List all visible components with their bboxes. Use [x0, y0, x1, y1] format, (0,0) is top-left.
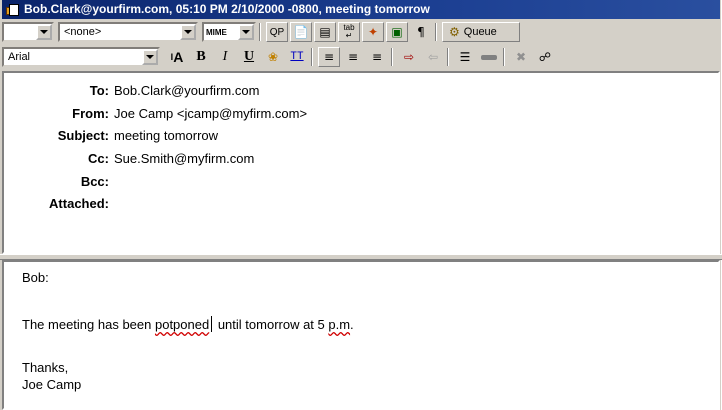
color-button[interactable]: ❀ — [262, 47, 284, 67]
outdent-icon: ⇦ — [427, 50, 439, 64]
title-bar[interactable]: Bob.Clark@yourfirm.com, 05:10 PM 2/10/20… — [2, 0, 720, 19]
attached-field[interactable]: Attached: — [4, 194, 114, 212]
link-icon: ☍ — [538, 50, 552, 64]
copy-icon: ✦ — [367, 25, 379, 39]
separator — [311, 48, 313, 66]
document-lock-icon: 📄 — [293, 25, 309, 39]
message-toolbar: <none> MIME QP 📄 ▤ tab ↵ ✦ ▣ ¶ ⚙ Queue — [2, 20, 720, 44]
quoted-printable-button[interactable]: QP — [266, 22, 288, 42]
show-formatting-button[interactable]: ¶ — [410, 22, 432, 42]
align-left-icon: ≡ — [323, 50, 335, 64]
indent-button[interactable]: ⇨ — [398, 47, 420, 67]
clear-formatting-button[interactable]: ✖ — [510, 47, 532, 67]
from-value[interactable]: Joe Camp <jcamp@myfirm.com> — [114, 106, 307, 121]
chevron-down-icon[interactable] — [180, 24, 196, 40]
return-receipt-button[interactable]: ▣ — [386, 22, 408, 42]
teletype-button[interactable]: TT — [286, 47, 308, 67]
align-right-icon: ≡ — [371, 50, 383, 64]
compose-window: Bob.Clark@yourfirm.com, 05:10 PM 2/10/20… — [0, 0, 722, 410]
separator — [435, 23, 437, 41]
bcc-field[interactable]: Bcc: — [4, 172, 114, 190]
cc-label: Cc: — [88, 150, 109, 166]
signature-dropdown[interactable] — [2, 22, 54, 42]
pilcrow-icon: ¶ — [417, 25, 425, 39]
bullet-list-button[interactable]: ☰ — [454, 47, 476, 67]
body-greeting: Bob: — [22, 270, 49, 285]
align-left-button[interactable]: ≡ — [318, 47, 340, 67]
bullet-list-icon: ☰ — [459, 50, 471, 64]
attached-label: Attached: — [49, 195, 109, 211]
separator — [447, 48, 449, 66]
separator — [503, 48, 505, 66]
body-closing: Thanks, — [22, 360, 69, 375]
separator — [259, 23, 261, 41]
eraser-icon: ✖ — [515, 50, 527, 64]
chevron-down-icon[interactable] — [238, 24, 254, 40]
align-center-icon: ≡ — [347, 50, 359, 64]
font-size-button[interactable]: IA — [166, 47, 188, 67]
word-wrap-button[interactable]: ▤ — [314, 22, 336, 42]
font-dropdown[interactable]: Arial — [2, 47, 160, 67]
subject-field[interactable]: Subject: meeting tomorrow — [4, 126, 218, 144]
tab-icon: tab ↵ — [343, 23, 355, 40]
text-attachment-button[interactable]: 📄 — [290, 22, 312, 42]
underline-button[interactable]: U — [238, 47, 260, 67]
to-value[interactable]: Bob.Clark@yourfirm.com — [114, 83, 259, 98]
subject-value[interactable]: meeting tomorrow — [114, 128, 218, 143]
message-body[interactable]: Bob: The meeting has been potponed until… — [2, 260, 720, 410]
palette-icon: ❀ — [267, 50, 279, 64]
horizontal-rule-button[interactable] — [478, 47, 500, 67]
cc-field[interactable]: Cc: Sue.Smith@myfirm.com — [4, 149, 254, 167]
align-right-button[interactable]: ≡ — [366, 47, 388, 67]
body-line: The meeting has been potponed until tomo… — [22, 316, 354, 332]
italic-button[interactable]: I — [214, 47, 236, 67]
to-label: To: — [89, 82, 109, 98]
body-signature: Joe Camp — [22, 377, 82, 392]
window-title: Bob.Clark@yourfirm.com, 05:10 PM 2/10/20… — [24, 2, 430, 16]
indent-icon: ⇨ — [403, 50, 415, 64]
message-icon — [6, 3, 20, 17]
misspelled-time[interactable]: p.m — [328, 317, 350, 332]
rule-icon — [481, 54, 497, 60]
bold-button[interactable]: B — [190, 47, 212, 67]
bcc-label: Bcc: — [80, 173, 109, 189]
receipt-icon: ▣ — [391, 25, 403, 39]
message-headers: To: Bob.Clark@yourfirm.com From: Joe Cam… — [2, 71, 720, 254]
tab-in-body-button[interactable]: tab ↵ — [338, 22, 360, 42]
text-cursor — [211, 316, 213, 332]
subject-label: Subject: — [57, 127, 109, 143]
encoding-dropdown[interactable]: MIME — [202, 22, 256, 42]
chevron-down-icon[interactable] — [36, 24, 52, 40]
outdent-button[interactable]: ⇦ — [422, 47, 444, 67]
personality-dropdown[interactable]: <none> — [58, 22, 198, 42]
cc-value[interactable]: Sue.Smith@myfirm.com — [114, 151, 254, 166]
align-center-button[interactable]: ≡ — [342, 47, 364, 67]
chevron-down-icon[interactable] — [142, 49, 158, 65]
queue-button[interactable]: ⚙ Queue — [442, 22, 520, 42]
formatting-toolbar: Arial IA B I U ❀ TT ≡ ≡ ≡ ⇨ ⇦ ☰ ✖ ☍ — [2, 45, 720, 69]
from-label: From: — [72, 105, 109, 121]
misspelled-word[interactable]: potponed — [155, 317, 209, 332]
queue-icon: ⚙ — [449, 25, 460, 39]
insert-link-button[interactable]: ☍ — [534, 47, 556, 67]
separator — [391, 48, 393, 66]
to-field[interactable]: To: Bob.Clark@yourfirm.com — [4, 81, 260, 99]
keep-copies-button[interactable]: ✦ — [362, 22, 384, 42]
from-field[interactable]: From: Joe Camp <jcamp@myfirm.com> — [4, 104, 307, 122]
wrap-icon: ▤ — [319, 25, 331, 39]
